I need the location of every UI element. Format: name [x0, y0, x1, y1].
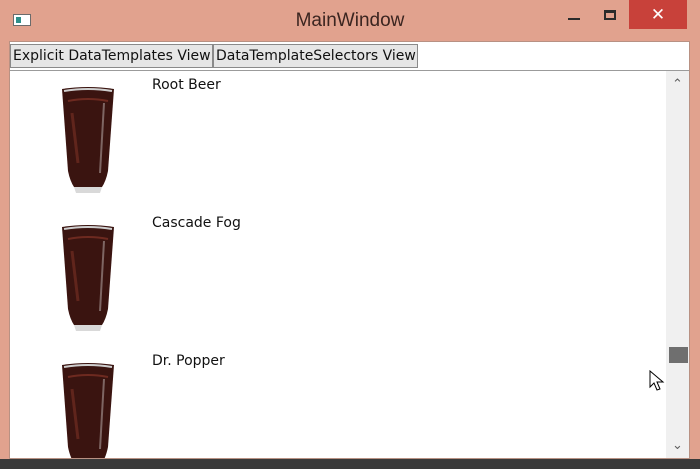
- item-name-label: Dr. Popper: [152, 353, 225, 369]
- soda-glass-icon: [62, 225, 114, 331]
- desktop-edge: [0, 459, 700, 469]
- datatemplateselectors-view-button[interactable]: DataTemplateSelectors View: [213, 44, 418, 68]
- close-button[interactable]: ✕: [629, 0, 687, 29]
- beverage-list[interactable]: Root Beer Cascade Fog Dr. Popper ⌃ ⌄: [10, 71, 689, 458]
- soda-glass-icon: [62, 363, 114, 458]
- scroll-up-button[interactable]: ⌃: [666, 73, 689, 95]
- client-area: Explicit DataTemplates View DataTemplate…: [9, 41, 690, 459]
- view-toolbar: Explicit DataTemplates View DataTemplate…: [10, 42, 689, 71]
- scroll-down-button[interactable]: ⌄: [666, 434, 689, 456]
- minimize-button[interactable]: [556, 0, 592, 30]
- list-item[interactable]: Cascade Fog: [10, 209, 660, 347]
- list-item[interactable]: Dr. Popper: [10, 347, 660, 458]
- chevron-down-icon: ⌄: [672, 437, 683, 453]
- item-name-label: Cascade Fog: [152, 215, 241, 231]
- list-item[interactable]: Root Beer: [10, 71, 660, 209]
- maximize-icon: [604, 10, 616, 20]
- item-name-label: Root Beer: [152, 77, 221, 93]
- vertical-scrollbar[interactable]: ⌃ ⌄: [666, 71, 689, 458]
- title-bar[interactable]: MainWindow ✕: [0, 0, 700, 40]
- chevron-up-icon: ⌃: [672, 76, 683, 92]
- scrollbar-thumb[interactable]: [669, 347, 688, 363]
- explicit-datatemplates-view-button[interactable]: Explicit DataTemplates View: [10, 44, 213, 68]
- maximize-button[interactable]: [592, 0, 628, 30]
- close-icon: ✕: [650, 4, 666, 25]
- mouse-pointer-icon: [649, 370, 665, 391]
- soda-glass-icon: [62, 87, 114, 193]
- minimize-icon: [568, 18, 580, 20]
- main-window: MainWindow ✕ Explicit DataTemplates View…: [0, 0, 700, 469]
